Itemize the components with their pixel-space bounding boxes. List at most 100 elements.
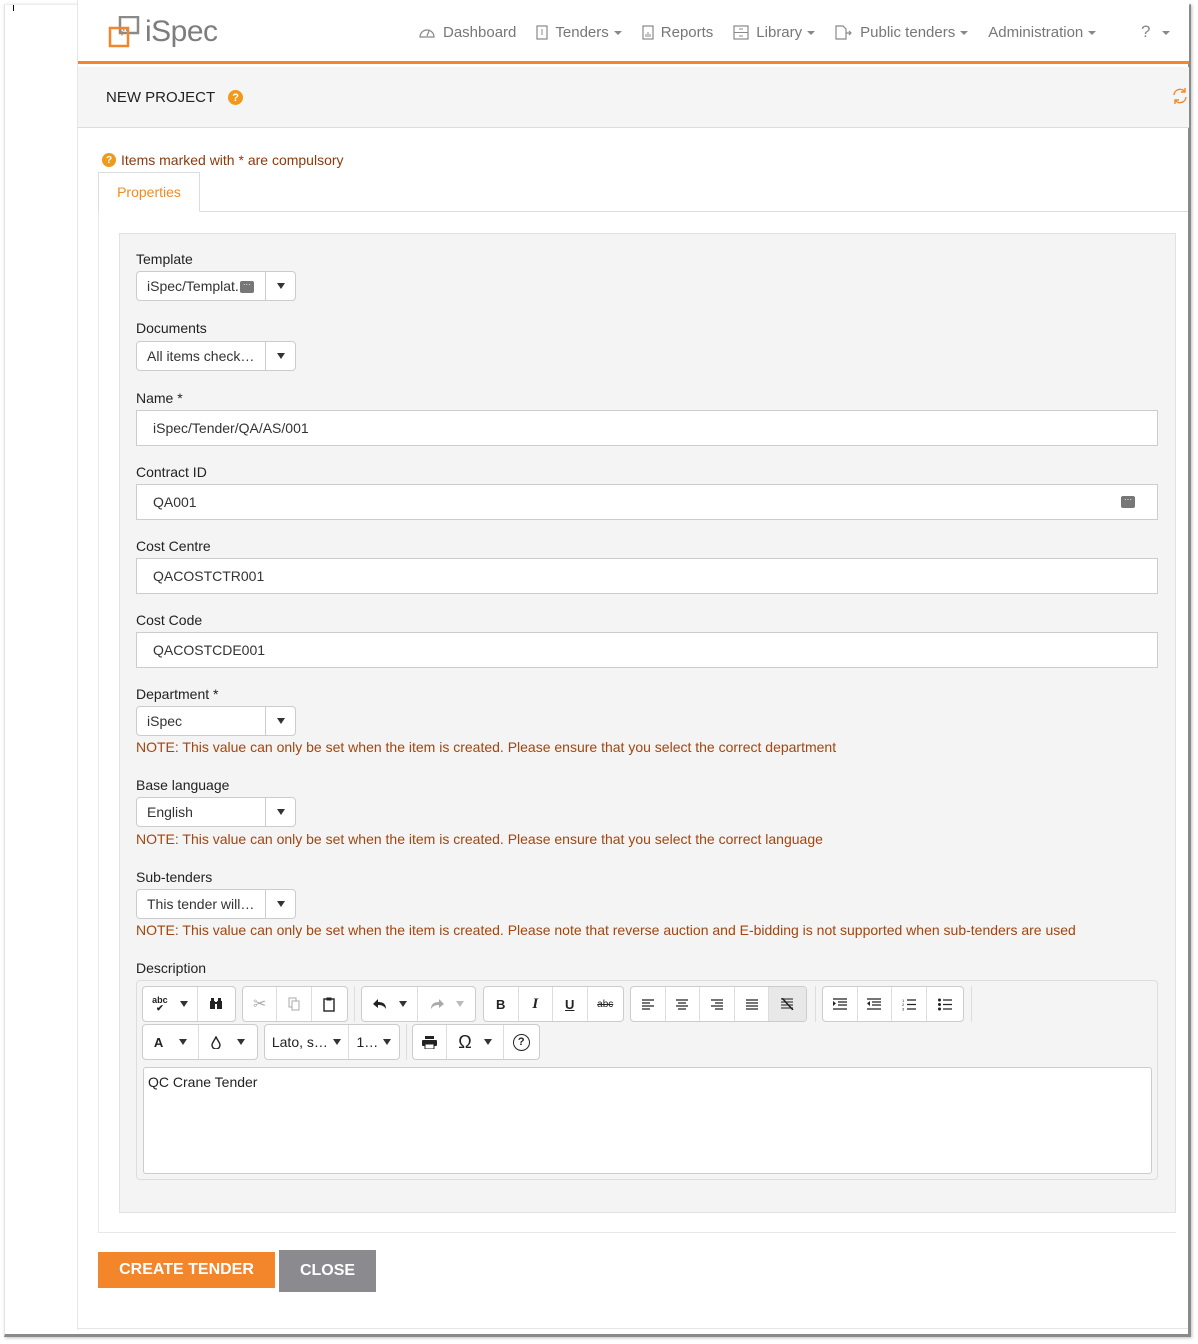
nav-tenders-label: Tenders xyxy=(555,23,609,41)
base-language-select[interactable]: English xyxy=(136,797,296,827)
binoculars-icon xyxy=(210,998,223,1009)
redo-icon xyxy=(430,998,444,1009)
nav-reports[interactable]: Reports xyxy=(642,23,714,41)
align-justify-button[interactable] xyxy=(735,987,770,1021)
cost-code-input[interactable]: QACOSTCDE001 xyxy=(136,632,1158,668)
text-color-icon: A xyxy=(153,1034,164,1050)
ellipsis-icon: ··· xyxy=(239,281,254,294)
documents-select[interactable]: All items check… xyxy=(136,341,296,371)
help-circle-icon: ? xyxy=(102,153,116,167)
svg-text:3: 3 xyxy=(902,1006,905,1011)
indent-button[interactable] xyxy=(823,987,858,1021)
bold-button[interactable]: B xyxy=(484,987,519,1021)
align-center-icon xyxy=(676,998,689,1010)
department-note: NOTE: This value can only be set when th… xyxy=(136,739,837,755)
contract-id-input[interactable]: QA001 ··· xyxy=(136,484,1158,520)
numbered-list-button[interactable]: 123 xyxy=(892,987,927,1021)
toolbar-group-font: Lato, s… 1… xyxy=(264,1024,400,1060)
nav-library[interactable]: Library xyxy=(733,24,816,41)
toolbar-separator xyxy=(971,986,972,1022)
template-select[interactable]: iSpec/Templat. ··· xyxy=(136,271,296,301)
contract-id-label: Contract ID xyxy=(136,464,207,480)
outdent-button[interactable] xyxy=(858,987,893,1021)
nav-public-tenders[interactable]: Public tenders xyxy=(835,23,969,41)
find-button[interactable] xyxy=(198,987,235,1021)
page-title: NEW PROJECT ? xyxy=(106,89,244,106)
text-color-button[interactable]: A xyxy=(143,1025,200,1059)
underline-button[interactable]: U xyxy=(553,987,588,1021)
nav-public-tenders-label: Public tenders xyxy=(860,23,956,41)
font-size-select[interactable]: 1… xyxy=(349,1025,399,1059)
footer-divider xyxy=(78,1328,1188,1329)
ellipsis-icon[interactable]: ··· xyxy=(1121,496,1135,508)
tab-properties[interactable]: Properties xyxy=(98,172,200,212)
copy-button[interactable] xyxy=(277,987,312,1021)
spellcheck-button[interactable]: abc ✔ xyxy=(143,987,198,1021)
department-select[interactable]: iSpec xyxy=(136,706,296,736)
base-language-label: Base language xyxy=(136,777,230,793)
sub-tenders-select[interactable]: This tender will… xyxy=(136,889,296,919)
align-right-button[interactable] xyxy=(700,987,735,1021)
sub-tenders-note: NOTE: This value can only be set when th… xyxy=(136,922,1076,938)
caret-down-icon xyxy=(332,1039,341,1045)
nav-tenders[interactable]: Tenders xyxy=(536,23,622,41)
refresh-icon xyxy=(1173,88,1187,104)
strikethrough-button[interactable]: abc xyxy=(588,987,623,1021)
help-circle-icon[interactable]: ? xyxy=(228,90,244,105)
sub-tenders-label: Sub-tenders xyxy=(136,869,213,885)
department-label: Department * xyxy=(136,686,219,702)
refresh-button[interactable] xyxy=(1171,87,1189,110)
toolbar-separator xyxy=(354,986,355,1022)
template-dropdown-toggle[interactable] xyxy=(265,272,295,300)
base-language-dropdown-toggle[interactable] xyxy=(265,798,295,826)
create-tender-button[interactable]: CREATE TENDER xyxy=(98,1252,275,1288)
compulsory-note-text: Items marked with * are compulsory xyxy=(121,152,344,168)
chevron-down-icon xyxy=(807,31,816,35)
contract-id-value: QA001 xyxy=(153,494,197,510)
logo[interactable]: iSpec xyxy=(108,15,218,49)
undo-icon xyxy=(372,998,386,1009)
description-textarea[interactable]: QC Crane Tender xyxy=(143,1067,1152,1174)
chevron-down-icon xyxy=(613,31,622,35)
background-color-button[interactable] xyxy=(199,1025,257,1059)
cut-button[interactable]: ✂ xyxy=(243,987,278,1021)
caret-down-icon xyxy=(483,1039,492,1045)
clipboard-icon xyxy=(323,997,336,1012)
cost-centre-input[interactable]: QACOSTCTR001 xyxy=(136,558,1158,594)
close-button[interactable]: CLOSE xyxy=(279,1250,376,1292)
template-value: iSpec/Templat. ··· xyxy=(137,278,265,294)
nav-administration[interactable]: Administration xyxy=(988,23,1097,41)
toolbar-separator xyxy=(815,986,816,1022)
print-button[interactable] xyxy=(413,1025,448,1059)
redo-button[interactable] xyxy=(418,987,475,1021)
documents-dropdown-toggle[interactable] xyxy=(265,342,295,370)
scissors-icon: ✂ xyxy=(252,996,267,1013)
nav-administration-label: Administration xyxy=(988,23,1084,41)
align-none-button[interactable] xyxy=(769,987,806,1021)
align-left-button[interactable] xyxy=(631,987,666,1021)
department-dropdown-toggle[interactable] xyxy=(265,707,295,735)
page-header: NEW PROJECT ? xyxy=(78,67,1189,128)
paste-button[interactable] xyxy=(312,987,347,1021)
page-title-text: NEW PROJECT xyxy=(106,89,216,106)
font-family-select[interactable]: Lato, s… xyxy=(265,1025,349,1059)
sub-tenders-dropdown-toggle[interactable] xyxy=(265,890,295,918)
bulleted-list-button[interactable] xyxy=(927,987,963,1021)
help-menu[interactable]: ? xyxy=(1141,22,1171,42)
nav-dashboard[interactable]: Dashboard xyxy=(418,24,516,41)
documents-label: Documents xyxy=(136,320,207,336)
nav-reports-label: Reports xyxy=(660,23,714,41)
editor-help-button[interactable]: ? xyxy=(504,1025,539,1059)
chevron-down-icon xyxy=(1088,31,1097,35)
cost-centre-label: Cost Centre xyxy=(136,538,211,554)
name-label: Name * xyxy=(136,390,183,406)
ispec-logo-icon xyxy=(108,16,140,48)
toolbar-separator xyxy=(406,1024,407,1060)
special-char-button[interactable]: Ω xyxy=(447,1025,504,1059)
rich-text-editor: abc ✔ ✂ B I U abc 1 2 3 A Lato, s… 1… Ω … xyxy=(136,980,1158,1180)
align-center-button[interactable] xyxy=(666,987,701,1021)
help-question-icon: ? xyxy=(1141,22,1151,41)
italic-button[interactable]: I xyxy=(519,987,553,1021)
name-input[interactable]: iSpec/Tender/QA/AS/001 xyxy=(136,410,1158,446)
undo-button[interactable] xyxy=(362,987,419,1021)
